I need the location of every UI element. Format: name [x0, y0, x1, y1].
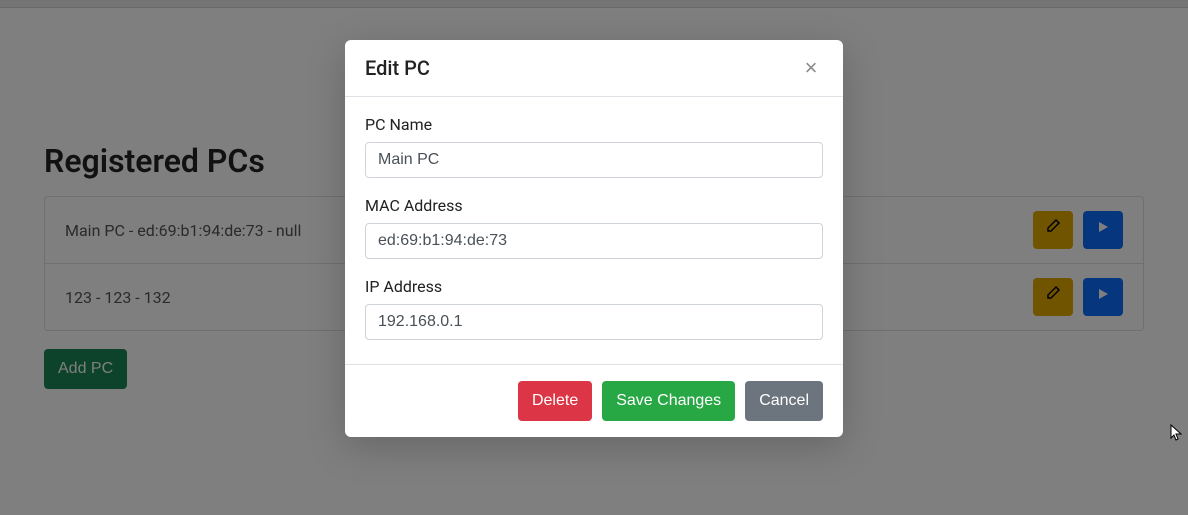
cancel-button[interactable]: Cancel — [745, 381, 823, 421]
edit-pc-modal: Edit PC × PC Name MAC Address IP Address… — [345, 40, 843, 437]
modal-title: Edit PC — [365, 56, 430, 80]
modal-body: PC Name MAC Address IP Address — [345, 97, 843, 364]
delete-button[interactable]: Delete — [518, 381, 592, 421]
mac-label: MAC Address — [365, 196, 823, 215]
ip-input[interactable] — [365, 304, 823, 340]
form-group-ip: IP Address — [365, 277, 823, 340]
form-group-mac: MAC Address — [365, 196, 823, 259]
close-icon: × — [805, 55, 818, 81]
modal-footer: Delete Save Changes Cancel — [345, 364, 843, 437]
form-group-pc-name: PC Name — [365, 115, 823, 178]
save-changes-button[interactable]: Save Changes — [602, 381, 735, 421]
pc-name-label: PC Name — [365, 115, 823, 134]
modal-header: Edit PC × — [345, 40, 843, 97]
pc-name-input[interactable] — [365, 142, 823, 178]
mac-input[interactable] — [365, 223, 823, 259]
close-button[interactable]: × — [799, 56, 823, 80]
ip-label: IP Address — [365, 277, 823, 296]
modal-overlay[interactable]: Edit PC × PC Name MAC Address IP Address… — [0, 0, 1188, 515]
